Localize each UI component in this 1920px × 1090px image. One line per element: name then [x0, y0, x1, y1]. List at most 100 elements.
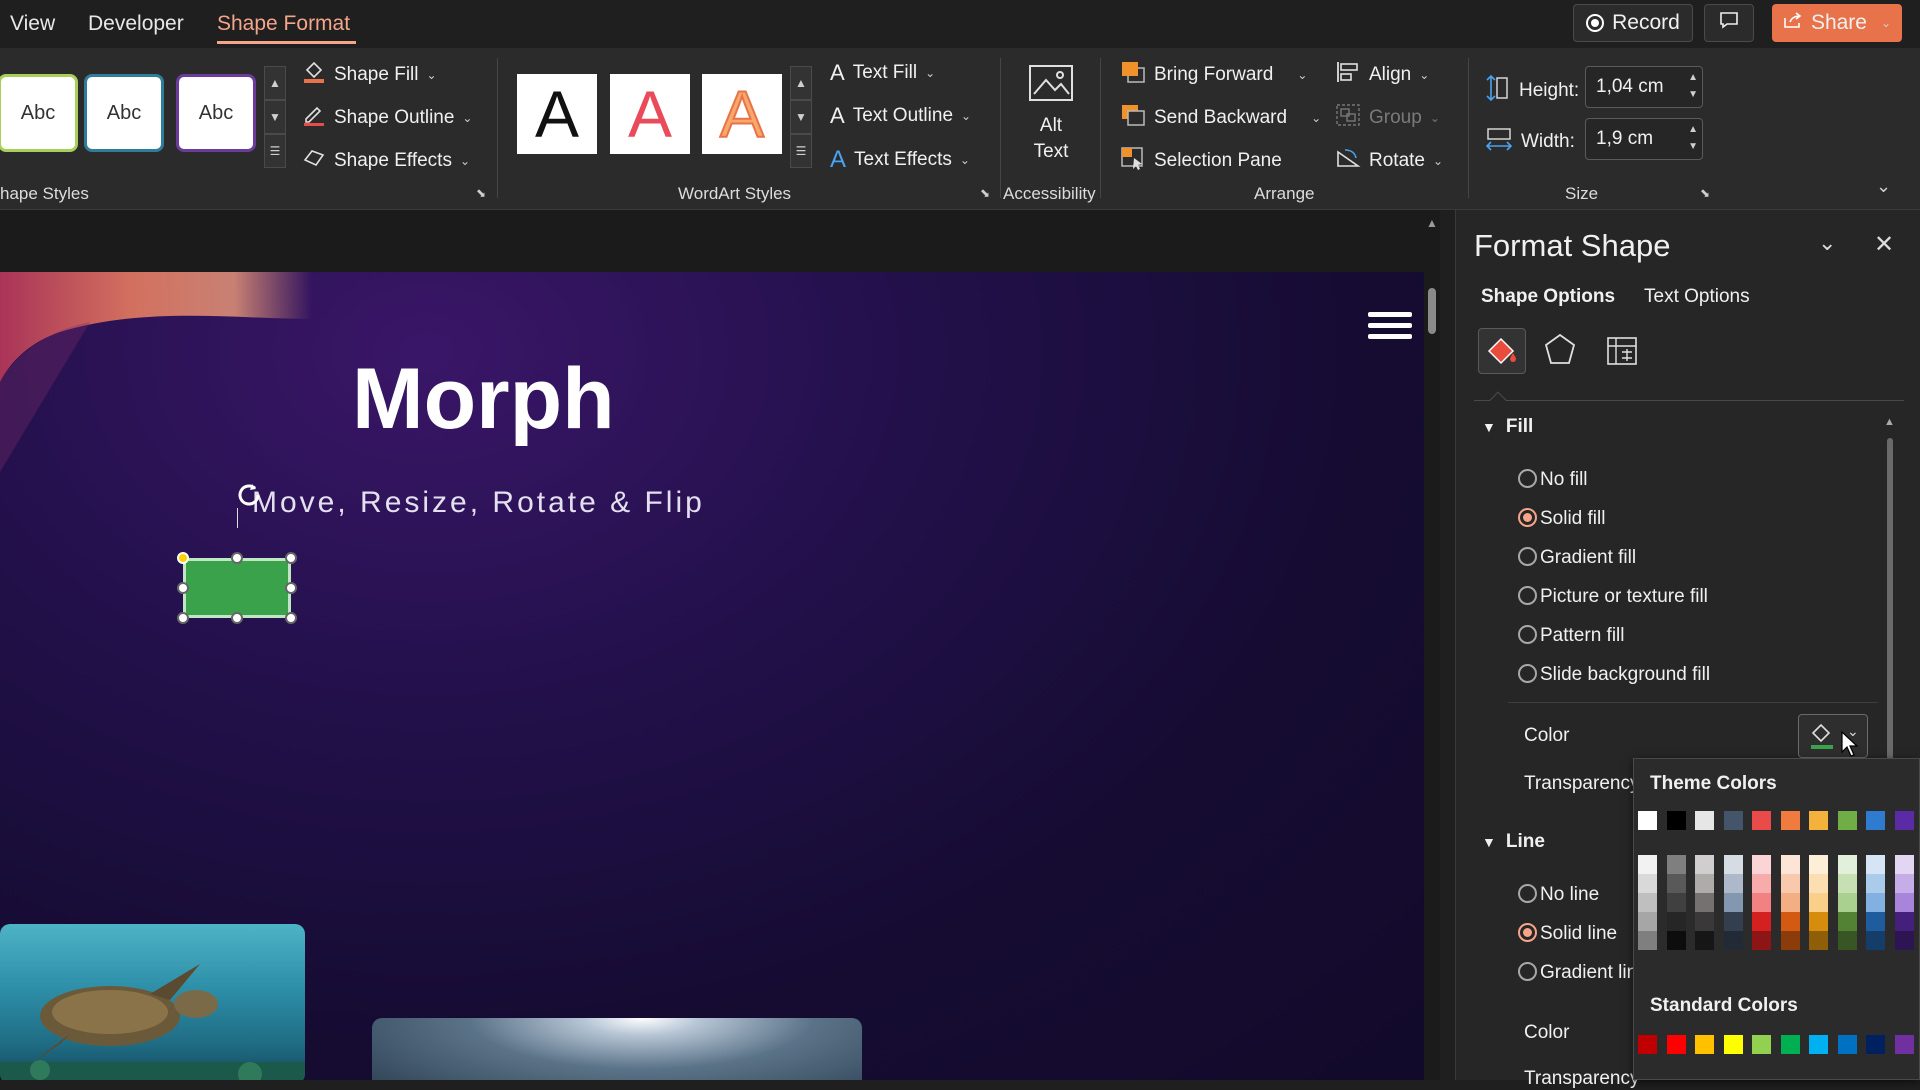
theme-color-shade-swatch[interactable]: [1724, 931, 1743, 950]
gradient-fill-radio[interactable]: [1518, 547, 1537, 566]
resize-handle[interactable]: [231, 552, 243, 564]
solid-line-label[interactable]: Solid line: [1540, 923, 1617, 945]
theme-color-shade-swatch[interactable]: [1638, 893, 1657, 912]
theme-color-swatch[interactable]: [1638, 811, 1657, 830]
standard-color-swatch[interactable]: [1667, 1035, 1686, 1054]
theme-color-swatch[interactable]: [1695, 811, 1714, 830]
theme-color-shade-swatch[interactable]: [1667, 912, 1686, 931]
fill-section-header[interactable]: ▼ Fill: [1482, 416, 1533, 438]
standard-color-swatch[interactable]: [1838, 1035, 1857, 1054]
standard-color-swatch[interactable]: [1895, 1035, 1914, 1054]
theme-color-shade-swatch[interactable]: [1667, 893, 1686, 912]
theme-color-shade-swatch[interactable]: [1695, 912, 1714, 931]
gallery-up-arrow[interactable]: ▲: [264, 66, 286, 100]
theme-color-shade-swatch[interactable]: [1895, 931, 1914, 950]
gradient-line-label[interactable]: Gradient line: [1540, 962, 1648, 984]
close-icon[interactable]: ✕: [1874, 230, 1894, 259]
spinner-arrows-icon[interactable]: ▲ ▼: [1688, 69, 1698, 103]
theme-color-shade-swatch[interactable]: [1866, 874, 1885, 893]
theme-color-shade-swatch[interactable]: [1752, 893, 1771, 912]
line-section-header[interactable]: ▼ Line: [1482, 831, 1545, 853]
theme-color-shade-swatch[interactable]: [1752, 855, 1771, 874]
misty-photo[interactable]: [372, 1018, 862, 1080]
resize-handle[interactable]: [231, 612, 243, 624]
theme-color-shade-swatch[interactable]: [1781, 893, 1800, 912]
shape-effects-button[interactable]: Shape Effects ⌄: [302, 146, 470, 176]
pattern-fill-radio[interactable]: [1518, 625, 1537, 644]
slide-title[interactable]: Morph: [352, 350, 615, 449]
gallery-up-arrow[interactable]: ▲: [790, 66, 812, 100]
selected-green-shape[interactable]: [183, 558, 291, 618]
shape-outline-button[interactable]: Shape Outline ⌄: [302, 103, 472, 133]
theme-color-shade-swatch[interactable]: [1809, 874, 1828, 893]
theme-color-shade-swatch[interactable]: [1695, 874, 1714, 893]
canvas-scrollbar[interactable]: ▲: [1424, 210, 1440, 1080]
scrollbar-thumb[interactable]: [1428, 288, 1436, 334]
wordart-sample-red[interactable]: A: [610, 74, 690, 154]
share-button[interactable]: Share ⌄: [1772, 4, 1902, 42]
gallery-down-arrow[interactable]: ▼: [790, 100, 812, 134]
rotate-handle-icon[interactable]: [234, 480, 264, 515]
theme-color-shade-swatch[interactable]: [1724, 912, 1743, 931]
theme-color-shade-swatch[interactable]: [1667, 931, 1686, 950]
send-backward-button[interactable]: Send Backward ⌄: [1120, 103, 1321, 133]
theme-color-shade-swatch[interactable]: [1866, 931, 1885, 950]
width-input[interactable]: 1,9 cm ▲ ▼: [1585, 118, 1703, 160]
no-line-radio[interactable]: [1518, 884, 1537, 903]
theme-color-shade-swatch[interactable]: [1667, 855, 1686, 874]
theme-color-swatch[interactable]: [1667, 811, 1686, 830]
theme-color-shade-swatch[interactable]: [1695, 893, 1714, 912]
gradient-fill-label[interactable]: Gradient fill: [1540, 547, 1636, 569]
theme-color-shade-swatch[interactable]: [1752, 874, 1771, 893]
slide-background-fill-label[interactable]: Slide background fill: [1540, 664, 1710, 686]
text-outline-button[interactable]: A Text Outline ⌄: [830, 103, 971, 129]
standard-color-swatch[interactable]: [1781, 1035, 1800, 1054]
theme-color-shade-swatch[interactable]: [1809, 931, 1828, 950]
theme-color-shade-swatch[interactable]: [1838, 912, 1857, 931]
gallery-more-arrow[interactable]: ☰: [264, 134, 286, 168]
theme-color-shade-swatch[interactable]: [1667, 874, 1686, 893]
picture-fill-radio[interactable]: [1518, 586, 1537, 605]
tab-shape-options[interactable]: Shape Options: [1481, 286, 1615, 308]
solid-fill-label[interactable]: Solid fill: [1540, 508, 1605, 530]
standard-color-swatch[interactable]: [1638, 1035, 1657, 1054]
shape-style-sample[interactable]: Abc: [84, 74, 164, 152]
dialog-launcher-icon[interactable]: ⬊: [476, 186, 486, 200]
dialog-launcher-icon[interactable]: ⬊: [980, 186, 990, 200]
theme-color-swatch[interactable]: [1781, 811, 1800, 830]
wordart-sample-black[interactable]: A: [517, 74, 597, 154]
standard-color-swatch[interactable]: [1724, 1035, 1743, 1054]
theme-color-shade-swatch[interactable]: [1838, 855, 1857, 874]
collapse-ribbon-icon[interactable]: ⌄: [1876, 176, 1891, 197]
scroll-up-arrow-icon[interactable]: ▲: [1426, 216, 1438, 230]
align-button[interactable]: Align ⌄: [1335, 60, 1429, 90]
pattern-fill-label[interactable]: Pattern fill: [1540, 625, 1624, 647]
text-effects-button[interactable]: A Text Effects ⌄: [830, 146, 970, 174]
standard-color-swatch[interactable]: [1809, 1035, 1828, 1054]
gradient-line-radio[interactable]: [1518, 962, 1537, 981]
theme-color-swatch[interactable]: [1724, 811, 1743, 830]
standard-color-swatch[interactable]: [1695, 1035, 1714, 1054]
theme-color-shade-swatch[interactable]: [1724, 893, 1743, 912]
theme-color-swatch[interactable]: [1838, 811, 1857, 830]
adjust-handle[interactable]: [177, 552, 189, 564]
turtle-photo[interactable]: [0, 924, 305, 1080]
resize-handle[interactable]: [285, 612, 297, 624]
theme-color-shade-swatch[interactable]: [1895, 893, 1914, 912]
theme-color-shade-swatch[interactable]: [1781, 874, 1800, 893]
chevron-down-icon[interactable]: ⌄: [1297, 68, 1307, 82]
resize-handle[interactable]: [177, 612, 189, 624]
shape-style-sample[interactable]: Abc: [176, 74, 256, 152]
theme-color-shade-swatch[interactable]: [1866, 912, 1885, 931]
tab-text-options[interactable]: Text Options: [1644, 286, 1750, 308]
gallery-down-arrow[interactable]: ▼: [264, 100, 286, 134]
tab-view[interactable]: View: [10, 12, 55, 36]
theme-color-shade-swatch[interactable]: [1866, 855, 1885, 874]
chevron-down-icon[interactable]: ⌄: [1311, 111, 1321, 125]
theme-color-shade-swatch[interactable]: [1838, 874, 1857, 893]
shape-fill-button[interactable]: Shape Fill ⌄: [302, 60, 437, 90]
resize-handle[interactable]: [285, 552, 297, 564]
slide-subtitle[interactable]: Move, Resize, Rotate & Flip: [252, 486, 705, 520]
theme-color-shade-swatch[interactable]: [1752, 931, 1771, 950]
size-properties-category-button[interactable]: [1602, 330, 1642, 375]
